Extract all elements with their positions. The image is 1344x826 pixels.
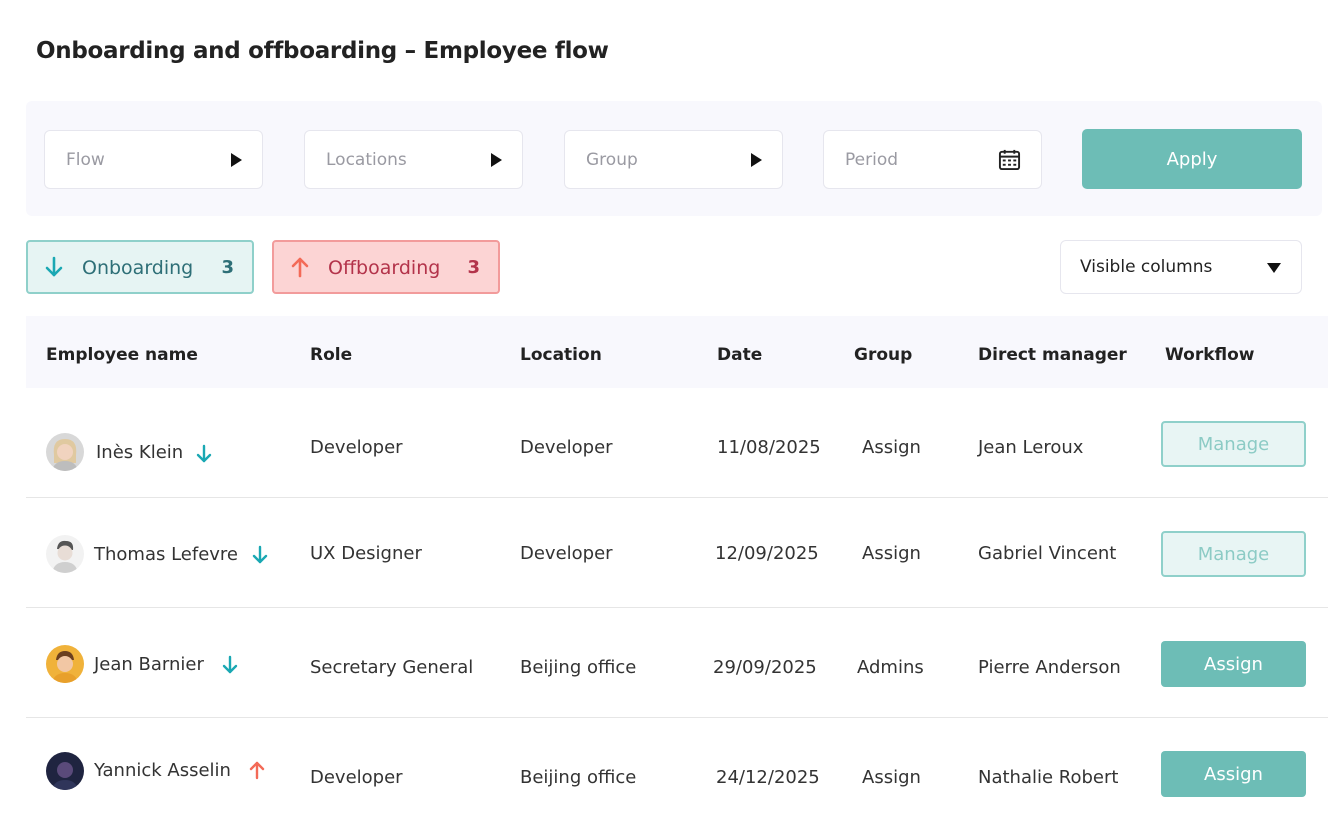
employee-manager: Jean Leroux xyxy=(978,437,1084,458)
table-row: Yannick Asselin Developer Beijing office… xyxy=(26,718,1328,826)
visible-columns-label: Visible columns xyxy=(1080,257,1213,277)
employee-group: Assign xyxy=(862,437,921,458)
employee-group: Assign xyxy=(862,543,921,564)
employee-name: Thomas Lefevre xyxy=(94,544,239,565)
flow-filter[interactable]: Flow xyxy=(44,130,263,189)
table-header: Employee name Role Location Date Group D… xyxy=(26,316,1328,388)
employee-role: UX Designer xyxy=(310,543,422,564)
arrow-down-icon xyxy=(252,545,268,564)
arrow-down-icon xyxy=(196,444,212,463)
avatar xyxy=(46,535,84,573)
table-row: Inès Klein Developer Developer 11/08/202… xyxy=(26,388,1328,498)
employee-manager: Pierre Anderson xyxy=(978,657,1121,678)
assign-button[interactable]: Assign xyxy=(1161,751,1306,797)
assign-button[interactable]: Assign xyxy=(1161,641,1306,687)
arrow-down-icon xyxy=(222,655,238,674)
locations-filter-label: Locations xyxy=(326,150,407,170)
employee-location: Beijing office xyxy=(520,657,637,678)
caret-right-icon xyxy=(751,153,762,167)
offboarding-toggle[interactable]: Offboarding 3 xyxy=(272,240,500,294)
header-direct-manager[interactable]: Direct manager xyxy=(978,345,1127,365)
apply-button[interactable]: Apply xyxy=(1082,129,1302,189)
caret-down-icon xyxy=(1267,263,1281,273)
header-location[interactable]: Location xyxy=(520,345,602,365)
locations-filter[interactable]: Locations xyxy=(304,130,523,189)
period-filter-label: Period xyxy=(845,150,899,170)
arrow-down-icon xyxy=(45,256,63,277)
onboarding-count: 3 xyxy=(221,257,234,278)
employee-date: 11/08/2025 xyxy=(717,437,821,458)
caret-right-icon xyxy=(231,153,242,167)
table-row: Jean Barnier Secretary General Beijing o… xyxy=(26,608,1328,718)
offboarding-count: 3 xyxy=(467,257,480,278)
employee-role: Developer xyxy=(310,437,403,458)
avatar xyxy=(46,752,84,790)
employee-manager: Nathalie Robert xyxy=(978,767,1119,788)
visible-columns-dropdown[interactable]: Visible columns xyxy=(1060,240,1302,294)
employee-location: Developer xyxy=(520,543,613,564)
arrow-up-icon xyxy=(291,257,309,278)
header-group[interactable]: Group xyxy=(854,345,912,365)
calendar-icon xyxy=(998,149,1021,171)
employee-name: Jean Barnier xyxy=(94,654,204,675)
period-filter[interactable]: Period xyxy=(823,130,1042,189)
group-filter-label: Group xyxy=(586,150,638,170)
header-employee-name[interactable]: Employee name xyxy=(46,345,198,365)
employee-manager: Gabriel Vincent xyxy=(978,543,1117,564)
manage-button[interactable]: Manage xyxy=(1161,531,1306,577)
group-filter[interactable]: Group xyxy=(564,130,783,189)
offboarding-label: Offboarding xyxy=(328,257,441,279)
employee-role: Secretary General xyxy=(310,657,474,678)
filter-bar: Flow Locations Group Period Apply xyxy=(26,101,1322,216)
table-row: Thomas Lefevre UX Designer Developer 12/… xyxy=(26,498,1328,608)
employee-role: Developer xyxy=(310,767,403,788)
page-title: Onboarding and offboarding – Employee fl… xyxy=(36,38,609,64)
flow-filter-label: Flow xyxy=(66,150,105,170)
employee-date: 29/09/2025 xyxy=(713,657,817,678)
arrow-up-icon xyxy=(249,761,265,780)
employee-group: Assign xyxy=(862,767,921,788)
avatar xyxy=(46,645,84,683)
employee-date: 24/12/2025 xyxy=(716,767,820,788)
header-workflow[interactable]: Workflow xyxy=(1165,345,1255,365)
onboarding-label: Onboarding xyxy=(82,257,194,279)
employee-location: Beijing office xyxy=(520,767,637,788)
employee-location: Developer xyxy=(520,437,613,458)
employee-name: Inès Klein xyxy=(96,442,184,463)
avatar xyxy=(46,433,84,471)
onboarding-toggle[interactable]: Onboarding 3 xyxy=(26,240,254,294)
caret-right-icon xyxy=(491,153,502,167)
employee-date: 12/09/2025 xyxy=(715,543,819,564)
employee-name: Yannick Asselin xyxy=(94,760,231,781)
employee-group: Admins xyxy=(857,657,924,678)
header-date[interactable]: Date xyxy=(717,345,762,365)
header-role[interactable]: Role xyxy=(310,345,352,365)
manage-button[interactable]: Manage xyxy=(1161,421,1306,467)
